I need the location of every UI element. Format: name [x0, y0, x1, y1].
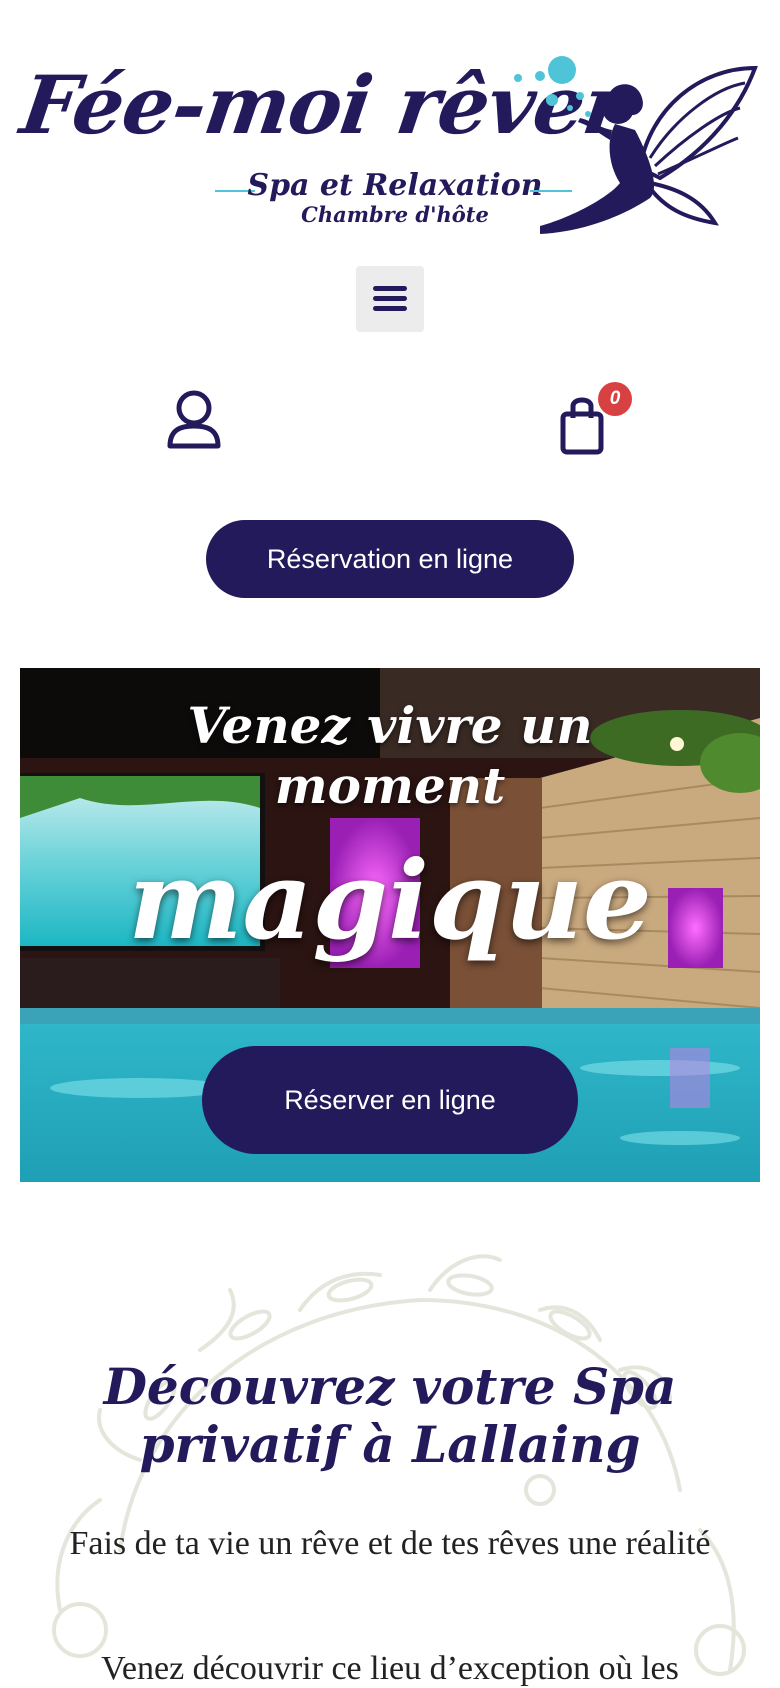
intro-paragraph: Venez découvrir ce lieu d’exception où l… — [101, 1650, 679, 1687]
hero-banner: Venez vivre un moment magique Réserver e… — [20, 668, 760, 1182]
hero-heading-line-1: Venez vivre un — [187, 696, 593, 755]
fairy-icon — [514, 56, 758, 234]
site-logo[interactable]: Fée-moi rêver Spa et Relaxation Chambre … — [0, 40, 780, 240]
online-booking-button[interactable]: Réservation en ligne — [206, 520, 574, 598]
hero-heading-line-2: moment — [274, 756, 506, 815]
intro-title: Découvrez votre Spa privatif à Lallaing — [103, 1357, 677, 1474]
menu-toggle-button[interactable] — [356, 266, 424, 332]
account-link[interactable] — [164, 388, 224, 452]
hamburger-menu-icon — [373, 286, 407, 291]
book-online-button[interactable]: Réserver en ligne — [202, 1046, 578, 1154]
user-icon — [167, 390, 221, 449]
cart-count-badge: 0 — [598, 382, 632, 416]
intro-tagline: Fais de ta vie un rêve et de tes rêves u… — [69, 1525, 711, 1562]
hero-heading-highlight: magique — [128, 838, 652, 964]
